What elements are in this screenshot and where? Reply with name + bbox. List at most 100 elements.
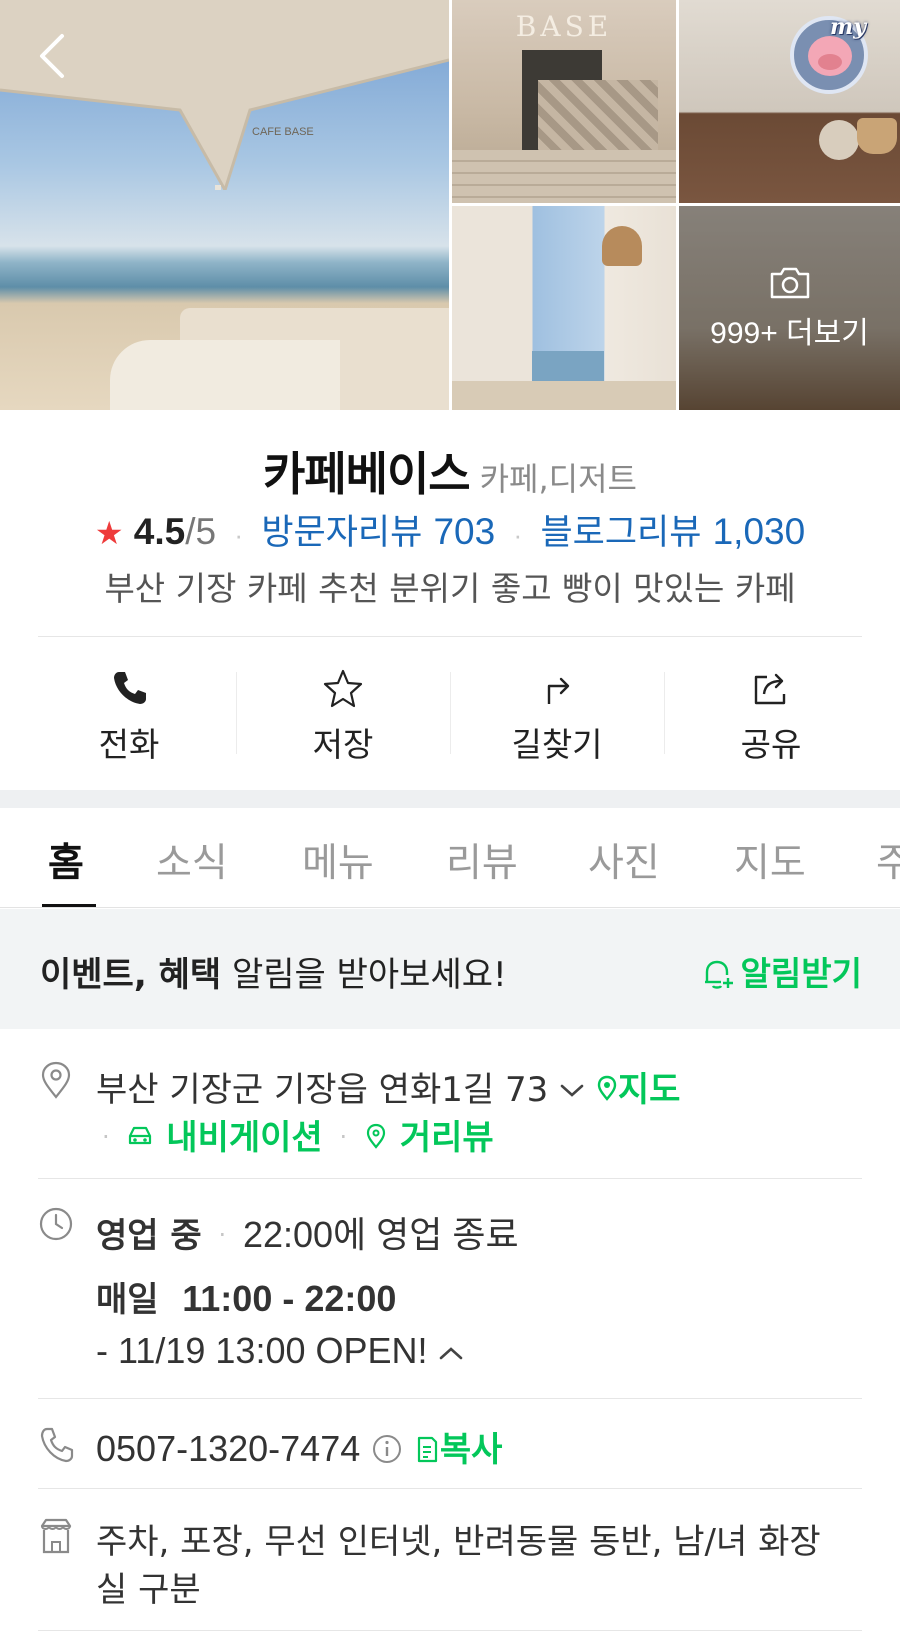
info-icon	[373, 1435, 402, 1463]
rating-row: ★ 4.5/5 · 방문자리뷰 703 · 블로그리뷰 1,030	[0, 504, 900, 555]
tab-bar: 홈 소식 메뉴 리뷰 사진 지도 주	[0, 808, 900, 908]
cafe-awning-label: CAFE BASE	[252, 126, 314, 138]
tab-photo[interactable]: 사진	[588, 832, 660, 888]
share-label: 공유	[740, 725, 802, 764]
chevron-left-icon	[40, 34, 64, 78]
copy-icon	[417, 1436, 437, 1463]
clock-icon	[39, 1207, 73, 1241]
hours-collapse-button[interactable]	[438, 1332, 464, 1372]
visitor-review-link[interactable]: 방문자리뷰 703	[261, 511, 495, 553]
base-sign: BASE	[515, 10, 613, 43]
divider	[38, 1630, 862, 1631]
phone-icon	[114, 672, 146, 704]
visitor-review-label: 방문자리뷰	[261, 513, 423, 553]
share-icon	[754, 673, 786, 705]
basket-shape	[857, 118, 897, 154]
phone-number[interactable]: 0507-1320-7474	[96, 1428, 360, 1469]
schedule-time-range: 11:00 - 22:00	[182, 1278, 397, 1319]
stone-wall	[538, 80, 658, 160]
pottery-shape	[819, 120, 859, 160]
more-photos[interactable]: 999+ 더보기	[679, 266, 900, 352]
notification-bold-text: 이벤트, 혜택	[40, 955, 222, 995]
phone-line: 0507-1320-7474 복사	[96, 1422, 502, 1471]
directions-button[interactable]: 길찾기	[450, 648, 664, 778]
hours-status-line: 영업 중 · 22:00에 영업 종료	[96, 1206, 519, 1258]
copy-phone-button[interactable]: 복사	[414, 1430, 502, 1470]
tab-map[interactable]: 지도	[734, 832, 806, 888]
streetview-pin-icon	[366, 1123, 386, 1149]
schedule-days: 매일	[96, 1280, 159, 1320]
subscribe-alarm-button[interactable]: 알림받기	[701, 947, 862, 995]
hours-note-line: - 11/19 13:00 OPEN!	[96, 1330, 464, 1372]
save-label: 저장	[312, 725, 374, 764]
call-button[interactable]: 전화	[22, 648, 236, 778]
active-tab-indicator	[42, 904, 96, 907]
hours-note: - 11/19 13:00 OPEN!	[96, 1330, 428, 1371]
tab-home[interactable]: 홈	[48, 832, 84, 888]
camera-icon	[770, 267, 809, 299]
address-text: 부산 기장군 기장읍 연화1길 73	[96, 1070, 549, 1110]
address-links: · 내비게이션 · 거리뷰	[96, 1110, 494, 1159]
photo-entrance[interactable]: BASE	[452, 0, 676, 203]
car-icon	[129, 1126, 152, 1145]
streetview-link-label: 거리뷰	[399, 1118, 494, 1158]
tab-menu[interactable]: 메뉴	[302, 832, 374, 888]
place-description: 부산 기장 카페 추천 분위기 좋고 빵이 맛있는 카페	[104, 569, 796, 608]
chevron-down-icon	[560, 1084, 584, 1097]
amenities-line-2: 실 구분	[96, 1570, 201, 1610]
back-button[interactable]	[32, 28, 76, 84]
photo-more[interactable]: 999+ 더보기	[679, 206, 900, 410]
divider	[38, 1488, 862, 1489]
close-time-text: 22:00에 영업 종료	[242, 1214, 519, 1255]
pendant-lamp	[602, 226, 642, 266]
divider	[38, 636, 862, 637]
separator-dot: ·	[218, 1221, 227, 1249]
photo-gallery: CAFE BASE BASE 999+ 더보기 my	[0, 0, 900, 410]
notification-rest-text: 알림을 받아보세요!	[221, 955, 507, 995]
blog-review-label: 블로그리뷰	[540, 513, 702, 553]
phone-info-button[interactable]	[371, 1430, 403, 1470]
star-rating-icon: ★	[94, 515, 124, 551]
call-label: 전화	[98, 725, 160, 764]
more-photos-label: 999+ 더보기	[710, 317, 869, 350]
action-bar: 전화 저장 길찾기 공유	[22, 648, 878, 778]
tab-review[interactable]: 리뷰	[446, 832, 518, 888]
rating-max: /5	[185, 511, 217, 552]
hours-schedule-line: 매일 11:00 - 22:00	[96, 1272, 396, 1321]
navigation-link[interactable]: 내비게이션	[126, 1118, 323, 1158]
directions-label: 길찾기	[511, 725, 603, 764]
address-line: 부산 기장군 기장읍 연화1길 73 지도	[96, 1062, 680, 1111]
tab-more[interactable]: 주	[876, 832, 900, 888]
address-expand-button[interactable]	[559, 1070, 585, 1110]
location-pin-icon	[41, 1061, 71, 1099]
tab-news[interactable]: 소식	[156, 832, 228, 888]
share-button[interactable]: 공유	[664, 648, 878, 778]
streetview-link[interactable]: 거리뷰	[364, 1118, 494, 1158]
place-title-row: 카페베이스 카페,디저트	[0, 438, 900, 504]
separator-dot: ·	[234, 520, 244, 550]
my-profile-avatar[interactable]: my	[790, 14, 868, 94]
separator-dot: ·	[102, 1123, 110, 1151]
separator-dot: ·	[513, 520, 523, 550]
map-link-label: 지도	[617, 1070, 681, 1110]
place-category: 카페,디저트	[479, 460, 637, 498]
open-status: 영업 중	[96, 1216, 202, 1256]
bell-plus-icon	[704, 960, 733, 989]
divider	[38, 1398, 862, 1399]
blog-review-link[interactable]: 블로그리뷰 1,030	[540, 511, 805, 553]
photo-interior-shelf[interactable]	[679, 0, 900, 203]
photo-hallway-view[interactable]	[452, 206, 676, 410]
map-link[interactable]: 지도	[596, 1070, 681, 1110]
sea-view	[532, 351, 604, 381]
my-badge: my	[830, 14, 867, 40]
section-separator	[0, 790, 900, 808]
map-pin-icon	[597, 1075, 617, 1101]
directions-icon	[547, 677, 570, 704]
entrance-steps	[452, 150, 676, 203]
place-name: 카페베이스	[263, 447, 471, 501]
save-button[interactable]: 저장	[236, 648, 450, 778]
divider	[38, 1178, 862, 1179]
phone-outline-icon	[40, 1427, 74, 1463]
store-icon	[40, 1518, 72, 1554]
rating-score: 4.5	[133, 511, 186, 552]
